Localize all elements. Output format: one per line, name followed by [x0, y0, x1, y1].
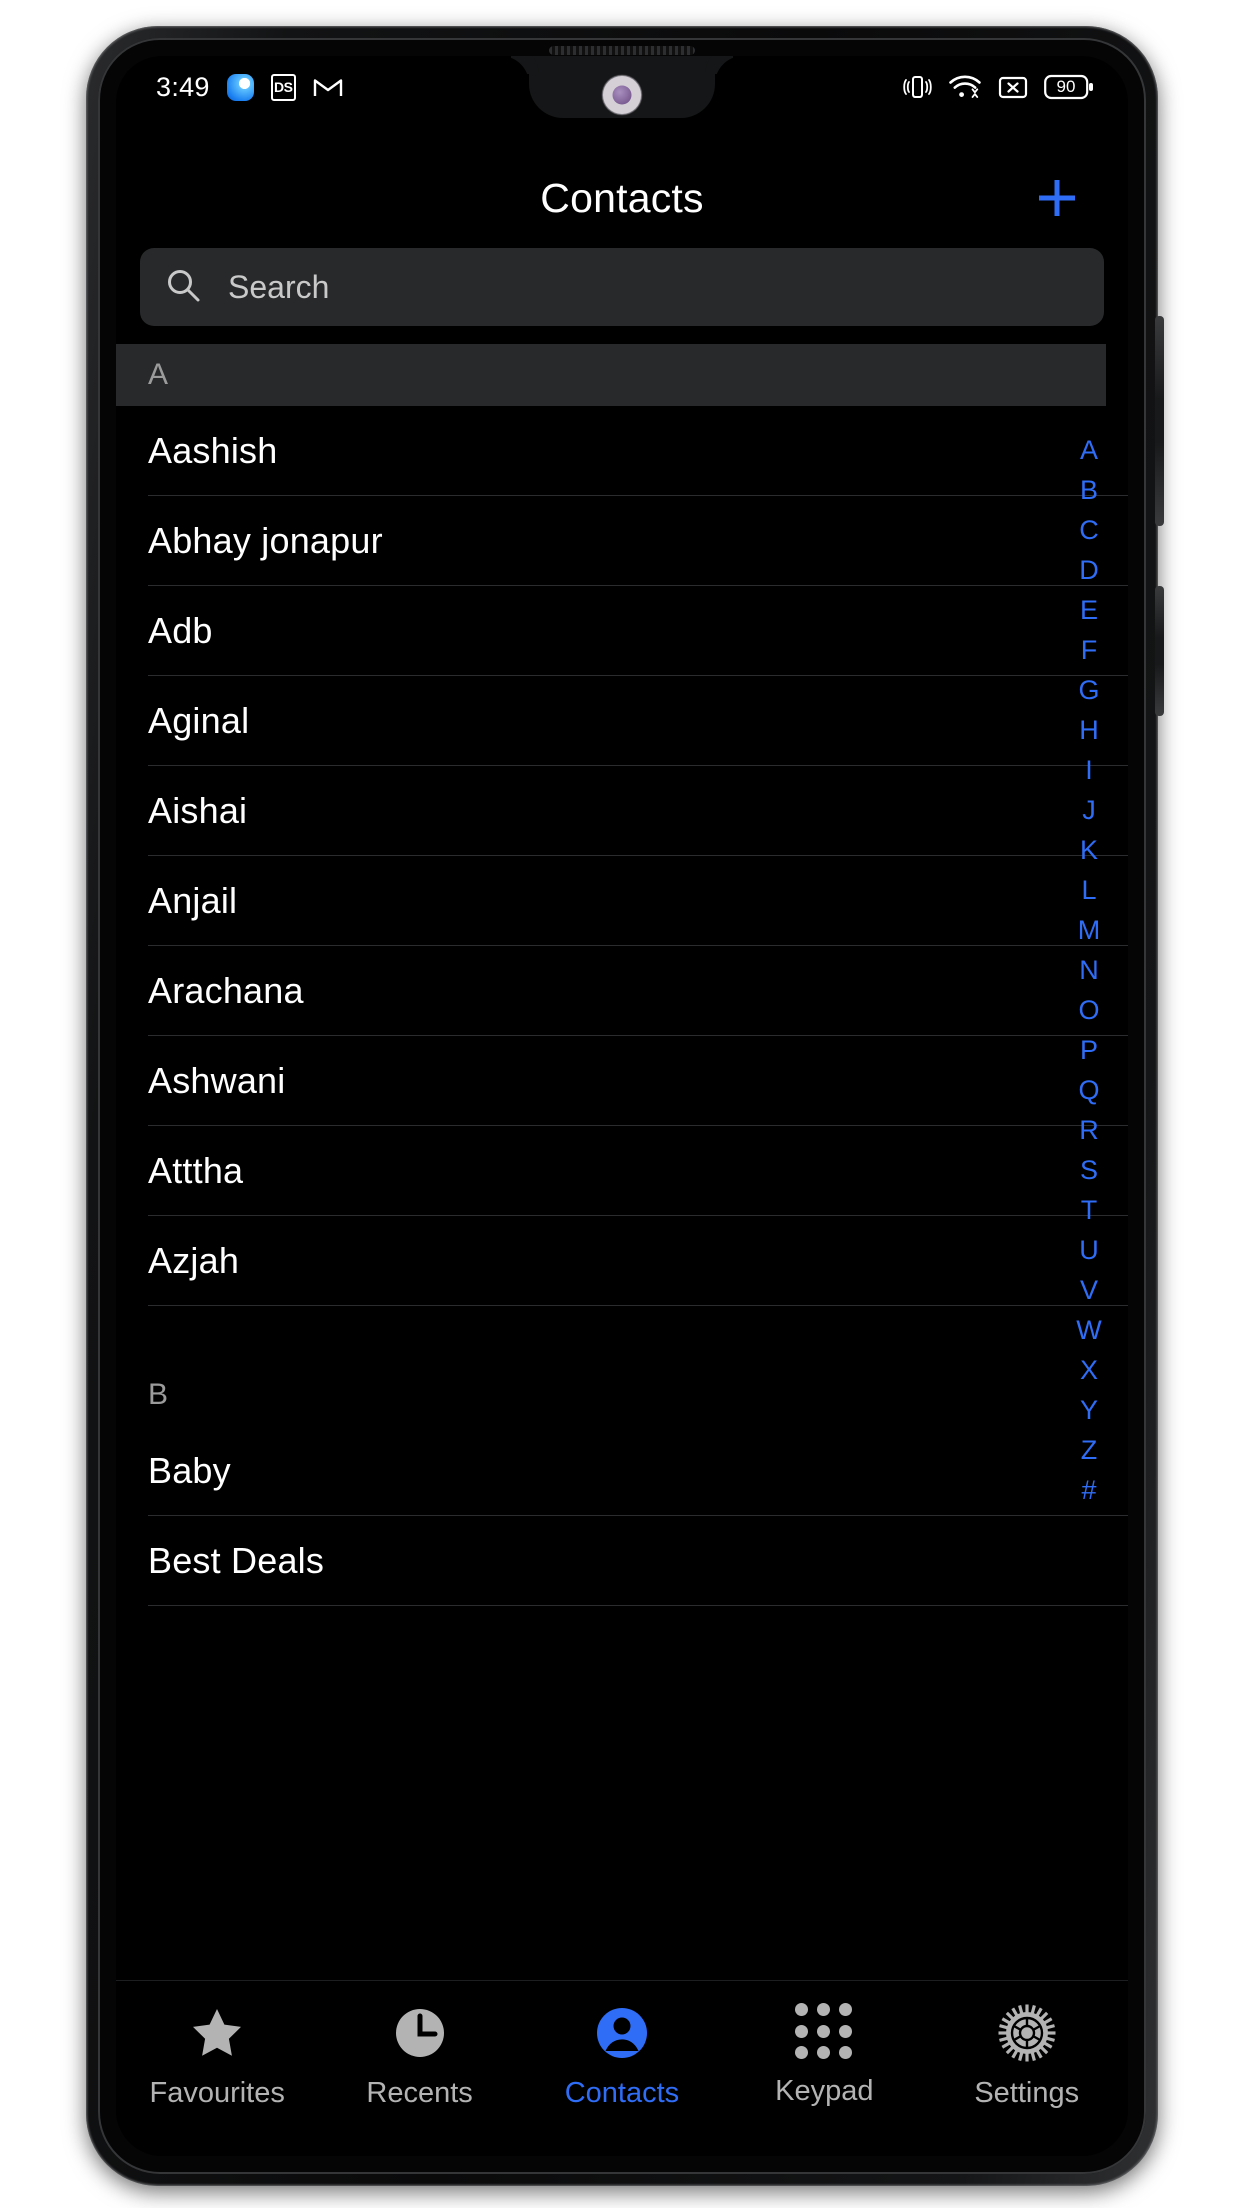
contact-row[interactable]: Aginal	[116, 676, 1128, 766]
nav-item-keypad[interactable]: Keypad	[725, 2003, 923, 2108]
alpha-index-a[interactable]: A	[1068, 430, 1110, 470]
contact-row[interactable]: Azjah	[116, 1216, 1128, 1306]
contact-name: Ashwani	[148, 1060, 286, 1101]
row-divider	[148, 1605, 1128, 1606]
phone-screen: 3:49 DS 90 Contacts Search A Aashish Abh…	[116, 56, 1128, 2156]
gear-icon	[997, 2003, 1057, 2063]
contact-row[interactable]: Aashish	[116, 406, 1128, 496]
person-icon	[592, 2003, 652, 2063]
keypad-icon	[795, 2003, 853, 2061]
phone-device: 3:49 DS 90 Contacts Search A Aashish Abh…	[86, 26, 1164, 2186]
nav-item-label: Keypad	[775, 2075, 874, 2107]
section-header-b: B	[116, 1364, 1128, 1426]
alpha-index-h[interactable]: H	[1068, 710, 1110, 750]
contact-row[interactable]: Best Deals	[116, 1516, 1128, 1606]
nav-item-label: Settings	[974, 2077, 1080, 2109]
search-field[interactable]: Search	[140, 248, 1104, 326]
contact-row[interactable]: Anjail	[116, 856, 1128, 946]
wifi-icon	[948, 74, 982, 100]
alpha-index-b[interactable]: B	[1068, 470, 1110, 510]
clock-icon	[390, 2003, 450, 2063]
contact-row[interactable]: Abhay jonapur	[116, 496, 1128, 586]
contact-name: Abhay jonapur	[148, 520, 383, 561]
nav-item-favourites[interactable]: Favourites	[118, 2003, 316, 2110]
contact-row[interactable]: Arachana	[116, 946, 1128, 1036]
contact-name: Atttha	[148, 1150, 244, 1191]
nav-item-label: Recents	[366, 2077, 473, 2109]
volume-button[interactable]	[1155, 316, 1164, 526]
alpha-index-t[interactable]: T	[1068, 1190, 1110, 1230]
alpha-index-x[interactable]: X	[1068, 1350, 1110, 1390]
alpha-index-m[interactable]: M	[1068, 910, 1110, 950]
alpha-index-c[interactable]: C	[1068, 510, 1110, 550]
status-bar-right: 90	[902, 74, 1094, 100]
section-header-label: B	[148, 1378, 169, 1411]
ds-app-icon: DS	[270, 73, 296, 101]
app-header: Contacts	[116, 152, 1128, 244]
alpha-index-u[interactable]: U	[1068, 1230, 1110, 1270]
status-clock: 3:49	[156, 71, 210, 102]
section-header-a: A	[116, 344, 1106, 406]
search-bar[interactable]: Search	[140, 248, 1104, 326]
alpha-index-d[interactable]: D	[1068, 550, 1110, 590]
contact-name: Aishai	[148, 790, 248, 831]
alpha-index-w[interactable]: W	[1068, 1310, 1110, 1350]
alpha-index-l[interactable]: L	[1068, 870, 1110, 910]
alpha-index-e[interactable]: E	[1068, 590, 1110, 630]
nav-item-settings[interactable]: Settings	[928, 2003, 1126, 2110]
search-icon	[164, 266, 202, 309]
contact-name: Baby	[148, 1450, 231, 1491]
contact-name: Arachana	[148, 970, 304, 1011]
alpha-index-hash[interactable]: #	[1068, 1470, 1110, 1510]
star-icon	[187, 2003, 247, 2063]
contact-row[interactable]: Ashwani	[116, 1036, 1128, 1126]
battery-icon: 90	[1044, 74, 1094, 100]
section-header-label: A	[148, 358, 169, 391]
alpha-index-v[interactable]: V	[1068, 1270, 1110, 1310]
vibrate-icon	[902, 74, 932, 100]
contact-name: Best Deals	[148, 1540, 325, 1581]
alpha-index-k[interactable]: K	[1068, 830, 1110, 870]
contact-name: Aashish	[148, 430, 278, 471]
search-input[interactable]: Search	[228, 269, 329, 306]
alpha-index-q[interactable]: Q	[1068, 1070, 1110, 1110]
contact-row[interactable]: Aishai	[116, 766, 1128, 856]
alpha-index-o[interactable]: O	[1068, 990, 1110, 1030]
battery-level: 90	[1056, 77, 1076, 96]
contact-row[interactable]: Adb	[116, 586, 1128, 676]
power-button[interactable]	[1155, 586, 1164, 716]
contact-name: Aginal	[148, 700, 250, 741]
gmail-icon	[313, 75, 343, 99]
app-blue-icon	[226, 73, 254, 101]
alpha-index-j[interactable]: J	[1068, 790, 1110, 830]
page-title: Contacts	[540, 174, 704, 221]
contact-name: Adb	[148, 610, 213, 651]
earpiece-speaker	[549, 46, 695, 55]
alpha-index-y[interactable]: Y	[1068, 1390, 1110, 1430]
alpha-index-z[interactable]: Z	[1068, 1430, 1110, 1470]
nav-item-label: Contacts	[564, 2077, 680, 2109]
bottom-navigation: Favourites Recents Contacts Keypad Settings	[116, 1980, 1128, 2156]
nav-item-label: Favourites	[149, 2077, 285, 2109]
contact-name: Anjail	[148, 880, 238, 921]
alpha-index-i[interactable]: I	[1068, 750, 1110, 790]
contact-name: Azjah	[148, 1240, 240, 1281]
status-bar-left: 3:49 DS	[156, 72, 343, 103]
alpha-index-g[interactable]: G	[1068, 670, 1110, 710]
alpha-index-f[interactable]: F	[1068, 630, 1110, 670]
no-sim-icon	[998, 75, 1028, 100]
add-contact-button[interactable]	[1030, 171, 1084, 225]
contact-row[interactable]: Baby	[116, 1426, 1128, 1516]
alphabet-index[interactable]: A B C D E F G H I J K L M N O P Q R S T U V W X Y Z #	[1068, 430, 1110, 1510]
contact-row[interactable]: Atttha	[116, 1126, 1128, 1216]
contact-list[interactable]: A Aashish Abhay jonapur Adb Aginal Aishai Anja…	[116, 344, 1128, 1784]
alpha-index-s[interactable]: S	[1068, 1150, 1110, 1190]
nav-item-contacts[interactable]: Contacts	[523, 2003, 721, 2110]
alpha-index-r[interactable]: R	[1068, 1110, 1110, 1150]
nav-item-recents[interactable]: Recents	[321, 2003, 519, 2110]
alpha-index-p[interactable]: P	[1068, 1030, 1110, 1070]
status-bar: 3:49 DS 90	[116, 56, 1128, 118]
alpha-index-n[interactable]: N	[1068, 950, 1110, 990]
